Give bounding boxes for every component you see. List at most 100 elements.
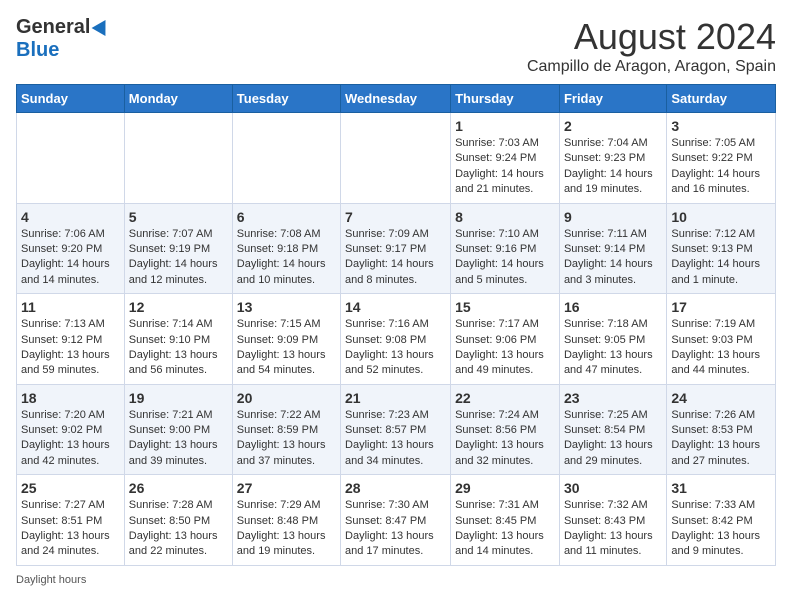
header-day-sunday: Sunday [17,85,125,113]
calendar-cell-1-0: 4Sunrise: 7:06 AM Sunset: 9:20 PM Daylig… [17,203,125,294]
day-number: 11 [21,299,120,315]
calendar-cell-0-3 [341,113,451,204]
day-number: 27 [237,480,336,496]
week-row-3: 11Sunrise: 7:13 AM Sunset: 9:12 PM Dayli… [17,294,776,385]
day-number: 2 [564,118,662,134]
day-number: 6 [237,209,336,225]
day-info: Sunrise: 7:26 AM Sunset: 8:53 PM Dayligh… [671,408,771,470]
day-info: Sunrise: 7:07 AM Sunset: 9:19 PM Dayligh… [129,227,228,289]
day-info: Sunrise: 7:31 AM Sunset: 8:45 PM Dayligh… [455,498,555,560]
footer: Daylight hours [16,574,776,586]
day-info: Sunrise: 7:22 AM Sunset: 8:59 PM Dayligh… [237,408,336,470]
day-number: 21 [345,390,446,406]
day-info: Sunrise: 7:08 AM Sunset: 9:18 PM Dayligh… [237,227,336,289]
day-info: Sunrise: 7:10 AM Sunset: 9:16 PM Dayligh… [455,227,555,289]
day-number: 14 [345,299,446,315]
calendar-cell-2-1: 12 Sunrise: 7:14 AM Sunset: 9:10 PM Dayli… [124,294,232,385]
calendar-cell-0-2 [232,113,340,204]
header-day-friday: Friday [559,85,666,113]
day-info: Sunrise: 7:30 AM Sunset: 8:47 PM Dayligh… [345,498,446,560]
calendar-cell-1-2: 6 Sunrise: 7:08 AM Sunset: 9:18 PM Daylig… [232,203,340,294]
calendar-cell-0-6: 3 Sunrise: 7:05 AM Sunset: 9:22 PM Daylig… [667,113,776,204]
day-info: Sunrise: 7:25 AM Sunset: 8:54 PM Dayligh… [564,408,662,470]
day-number: 19 [129,390,228,406]
calendar-cell-0-1 [124,113,232,204]
day-number: 9 [564,209,662,225]
calendar-cell-4-0: 25 Sunrise: 7:27 AM Sunset: 8:51 PM Dayli… [17,475,125,566]
day-info: Sunrise: 7:33 AM Sunset: 8:42 PM Dayligh… [671,498,771,560]
calendar-cell-4-5: 30 Sunrise: 7:32 AM Sunset: 8:43 PM Dayli… [559,475,666,566]
calendar-cell-0-5: 2 Sunrise: 7:04 AM Sunset: 9:23 PM Daylig… [559,113,666,204]
day-number: 17 [671,299,771,315]
page-header: General Blue August 2024 Campillo de Ara… [16,16,776,76]
day-number: 15 [455,299,555,315]
header-day-thursday: Thursday [451,85,560,113]
logo-triangle-icon [92,15,113,35]
day-number: 28 [345,480,446,496]
header-day-monday: Monday [124,85,232,113]
calendar-cell-3-4: 22 Sunrise: 7:24 AM Sunset: 8:56 PM Dayli… [451,384,560,475]
day-info: Sunrise: 7:06 AM Sunset: 9:20 PM Dayligh… [21,227,120,289]
header-day-tuesday: Tuesday [232,85,340,113]
calendar-cell-0-0 [17,113,125,204]
calendar-cell-4-2: 27 Sunrise: 7:29 AM Sunset: 8:48 PM Dayli… [232,475,340,566]
day-number: 18 [21,390,120,406]
calendar-table: SundayMondayTuesdayWednesdayThursdayFrid… [16,84,776,566]
calendar-cell-1-5: 9Sunrise: 7:11 AM Sunset: 9:14 PM Daylig… [559,203,666,294]
calendar-cell-3-6: 24Sunrise: 7:26 AM Sunset: 8:53 PM Dayli… [667,384,776,475]
calendar-cell-3-0: 18Sunrise: 7:20 AM Sunset: 9:02 PM Dayli… [17,384,125,475]
day-number: 3 [671,118,771,134]
location-text: Campillo de Aragon, Aragon, Spain [527,58,776,76]
day-number: 23 [564,390,662,406]
day-info: Sunrise: 7:12 AM Sunset: 9:13 PM Dayligh… [671,227,771,289]
day-number: 5 [129,209,228,225]
calendar-cell-2-2: 13 Sunrise: 7:15 AM Sunset: 9:09 PM Dayli… [232,294,340,385]
day-info: Sunrise: 7:15 AM Sunset: 9:09 PM Dayligh… [237,317,336,379]
logo-general-text: General [16,16,90,39]
header-row: SundayMondayTuesdayWednesdayThursdayFrid… [17,85,776,113]
header-day-saturday: Saturday [667,85,776,113]
day-number: 22 [455,390,555,406]
day-info: Sunrise: 7:24 AM Sunset: 8:56 PM Dayligh… [455,408,555,470]
calendar-cell-4-1: 26Sunrise: 7:28 AM Sunset: 8:50 PM Dayli… [124,475,232,566]
day-number: 12 [129,299,228,315]
day-info: Sunrise: 7:16 AM Sunset: 9:08 PM Dayligh… [345,317,446,379]
day-number: 31 [671,480,771,496]
calendar-cell-3-2: 20 Sunrise: 7:22 AM Sunset: 8:59 PM Dayli… [232,384,340,475]
calendar-cell-2-6: 17 Sunrise: 7:19 AM Sunset: 9:03 PM Dayli… [667,294,776,385]
logo-blue-text: Blue [16,39,59,62]
calendar-cell-2-4: 15Sunrise: 7:17 AM Sunset: 9:06 PM Dayli… [451,294,560,385]
day-info: Sunrise: 7:14 AM Sunset: 9:10 PM Dayligh… [129,317,228,379]
day-info: Sunrise: 7:19 AM Sunset: 9:03 PM Dayligh… [671,317,771,379]
week-row-1: 1Sunrise: 7:03 AM Sunset: 9:24 PM Daylig… [17,113,776,204]
day-info: Sunrise: 7:21 AM Sunset: 9:00 PM Dayligh… [129,408,228,470]
day-info: Sunrise: 7:05 AM Sunset: 9:22 PM Dayligh… [671,136,771,198]
day-number: 20 [237,390,336,406]
calendar-cell-2-3: 14 Sunrise: 7:16 AM Sunset: 9:08 PM Dayli… [341,294,451,385]
calendar-cell-1-1: 5 Sunrise: 7:07 AM Sunset: 9:19 PM Daylig… [124,203,232,294]
day-number: 16 [564,299,662,315]
week-row-5: 25 Sunrise: 7:27 AM Sunset: 8:51 PM Dayli… [17,475,776,566]
day-number: 25 [21,480,120,496]
day-number: 26 [129,480,228,496]
day-info: Sunrise: 7:09 AM Sunset: 9:17 PM Dayligh… [345,227,446,289]
calendar-cell-2-5: 16Sunrise: 7:18 AM Sunset: 9:05 PM Dayli… [559,294,666,385]
calendar-cell-4-6: 31 Sunrise: 7:33 AM Sunset: 8:42 PM Dayli… [667,475,776,566]
day-number: 30 [564,480,662,496]
day-info: Sunrise: 7:29 AM Sunset: 8:48 PM Dayligh… [237,498,336,560]
day-info: Sunrise: 7:32 AM Sunset: 8:43 PM Dayligh… [564,498,662,560]
calendar-cell-1-6: 10Sunrise: 7:12 AM Sunset: 9:13 PM Dayli… [667,203,776,294]
week-row-2: 4Sunrise: 7:06 AM Sunset: 9:20 PM Daylig… [17,203,776,294]
day-number: 8 [455,209,555,225]
calendar-body: 1Sunrise: 7:03 AM Sunset: 9:24 PM Daylig… [17,113,776,566]
week-row-4: 18Sunrise: 7:20 AM Sunset: 9:02 PM Dayli… [17,384,776,475]
logo: General Blue [16,16,110,62]
day-info: Sunrise: 7:04 AM Sunset: 9:23 PM Dayligh… [564,136,662,198]
day-info: Sunrise: 7:27 AM Sunset: 8:51 PM Dayligh… [21,498,120,560]
day-number: 13 [237,299,336,315]
title-section: August 2024 Campillo de Aragon, Aragon, … [527,16,776,76]
calendar-cell-1-4: 8 Sunrise: 7:10 AM Sunset: 9:16 PM Daylig… [451,203,560,294]
calendar-cell-0-4: 1Sunrise: 7:03 AM Sunset: 9:24 PM Daylig… [451,113,560,204]
calendar-cell-3-3: 21Sunrise: 7:23 AM Sunset: 8:57 PM Dayli… [341,384,451,475]
calendar-cell-4-3: 28 Sunrise: 7:30 AM Sunset: 8:47 PM Dayli… [341,475,451,566]
